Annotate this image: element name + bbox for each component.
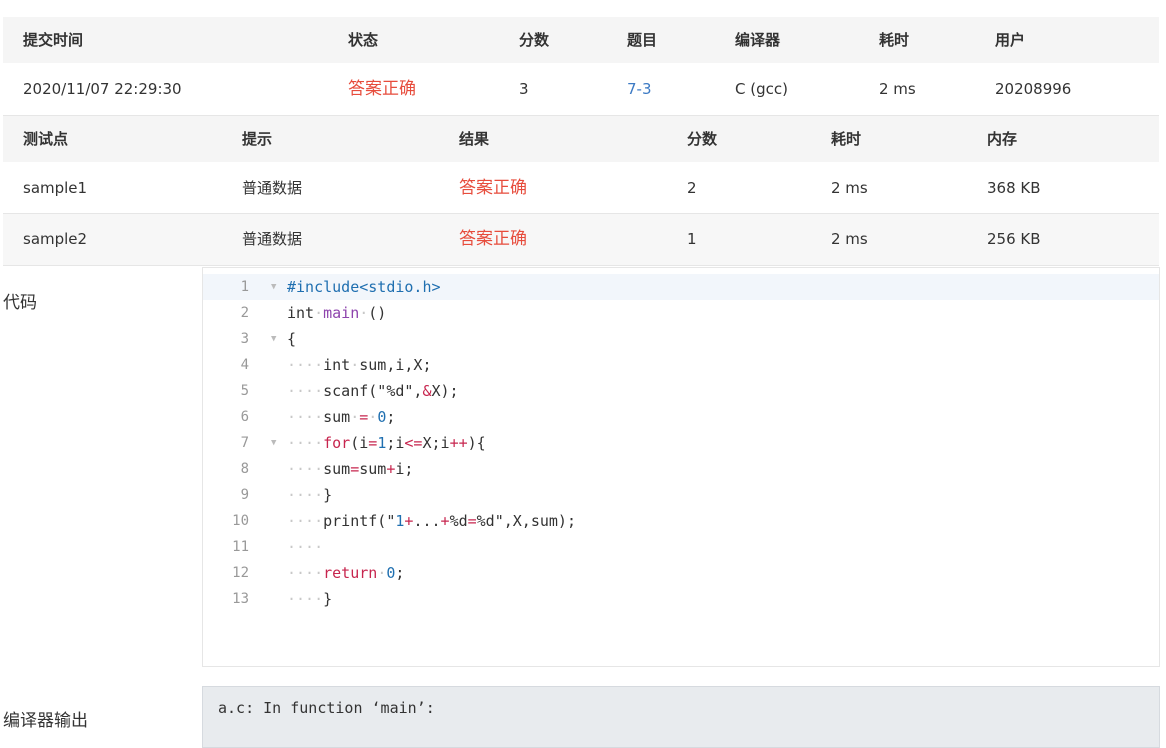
line-number: 2 bbox=[240, 305, 249, 321]
code-text: ····} bbox=[287, 486, 333, 504]
header-memory: 内存 bbox=[987, 130, 1018, 148]
code-line: 4 ····int·sum,i,X; bbox=[203, 352, 1159, 378]
line-number: 13 bbox=[232, 591, 249, 607]
header-problem: 题目 bbox=[627, 31, 658, 49]
code-line: 6 ····sum·=·0; bbox=[203, 404, 1159, 430]
code-text: ····scanf("%d",&X); bbox=[287, 382, 459, 400]
submission-elapsed: 2 ms bbox=[879, 80, 916, 98]
code-text: int·main·() bbox=[287, 304, 387, 322]
header-submit-time: 提交时间 bbox=[23, 31, 84, 49]
code-text: ····} bbox=[287, 590, 333, 608]
code-line: 11 ···· bbox=[203, 534, 1159, 560]
line-number: 5 bbox=[240, 383, 249, 399]
user-id: 20208996 bbox=[995, 80, 1072, 98]
line-number: 1 bbox=[240, 279, 249, 295]
code-label: 代码 bbox=[3, 293, 37, 313]
compiler-name: C (gcc) bbox=[735, 80, 788, 98]
code-text: ····sum=sum+i; bbox=[287, 460, 414, 478]
line-number: 3 bbox=[240, 331, 249, 347]
code-viewer[interactable]: 1 ▼ #include<stdio.h> 2 int·main·() 3 ▼ {4 ····i… bbox=[202, 267, 1160, 667]
code-text: ····return·0; bbox=[287, 564, 405, 582]
code-text: ····int·sum,i,X; bbox=[287, 356, 432, 374]
submit-time: 2020/11/07 22:29:30 bbox=[23, 80, 182, 98]
code-text: ····for(i=1;i<=X;i++){ bbox=[287, 434, 486, 452]
fold-arrow-icon[interactable]: ▼ bbox=[271, 430, 276, 456]
header-tc-elapsed: 耗时 bbox=[831, 130, 862, 148]
code-line: 9 ····} bbox=[203, 482, 1159, 508]
header-score: 分数 bbox=[519, 31, 550, 49]
header-status: 状态 bbox=[348, 31, 379, 49]
line-number: 10 bbox=[232, 513, 249, 529]
code-text: ···· bbox=[287, 538, 324, 556]
test-memory: 368 KB bbox=[987, 179, 1041, 197]
test-elapsed: 2 ms bbox=[831, 179, 868, 197]
line-number: 7 bbox=[240, 435, 249, 451]
header-hint: 提示 bbox=[242, 130, 273, 148]
testcase-header-row: 测试点 提示 结果 分数 耗时 内存 bbox=[3, 116, 1159, 162]
code-text: ····printf("1+...+%d=%d",X,sum); bbox=[287, 512, 576, 530]
code-line: 7 ▼ ····for(i=1;i<=X;i++){ bbox=[203, 430, 1159, 456]
test-hint: 普通数据 bbox=[242, 230, 303, 248]
table-row: sample2 普通数据 答案正确 1 2 ms 256 KB bbox=[3, 214, 1159, 266]
test-score: 1 bbox=[687, 230, 697, 248]
test-point: sample2 bbox=[23, 230, 88, 248]
code-line: 3 ▼ { bbox=[203, 326, 1159, 352]
test-memory: 256 KB bbox=[987, 230, 1041, 248]
compiler-output-box: a.c: In function ‘main’: bbox=[202, 686, 1160, 748]
code-line: 5 ····scanf("%d",&X); bbox=[203, 378, 1159, 404]
fold-arrow-icon[interactable]: ▼ bbox=[271, 274, 276, 300]
line-number: 6 bbox=[240, 409, 249, 425]
code-text: { bbox=[287, 330, 297, 348]
header-test-point: 测试点 bbox=[23, 130, 69, 148]
line-number: 11 bbox=[232, 539, 249, 555]
header-elapsed: 耗时 bbox=[879, 31, 910, 49]
compiler-output-text: a.c: In function ‘main’: bbox=[218, 699, 435, 717]
code-line: 13 ····} bbox=[203, 586, 1159, 612]
line-number: 4 bbox=[240, 357, 249, 373]
header-tc-score: 分数 bbox=[687, 130, 718, 148]
header-result: 结果 bbox=[459, 130, 490, 148]
line-number: 12 bbox=[232, 565, 249, 581]
code-lines: 1 ▼ #include<stdio.h> 2 int·main·() 3 ▼ {4 ····i… bbox=[203, 274, 1159, 612]
test-hint: 普通数据 bbox=[242, 179, 303, 197]
code-text: #include<stdio.h> bbox=[287, 278, 441, 296]
code-text: ····sum·=·0; bbox=[287, 408, 396, 426]
test-score: 2 bbox=[687, 179, 697, 197]
test-elapsed: 2 ms bbox=[831, 230, 868, 248]
code-line: 2 int·main·() bbox=[203, 300, 1159, 326]
submission-score: 3 bbox=[519, 80, 529, 98]
table-row: sample1 普通数据 答案正确 2 2 ms 368 KB bbox=[3, 163, 1159, 214]
header-user: 用户 bbox=[995, 31, 1026, 49]
header-compiler: 编译器 bbox=[735, 31, 781, 49]
code-line: 10 ····printf("1+...+%d=%d",X,sum); bbox=[203, 508, 1159, 534]
status-badge: 答案正确 bbox=[348, 79, 416, 99]
test-result: 答案正确 bbox=[459, 178, 527, 198]
fold-arrow-icon[interactable]: ▼ bbox=[271, 326, 276, 352]
submission-header-row: 提交时间 状态 分数 题目 编译器 耗时 用户 bbox=[3, 17, 1159, 63]
test-point: sample1 bbox=[23, 179, 88, 197]
code-line: 12 ····return·0; bbox=[203, 560, 1159, 586]
submission-row: 2020/11/07 22:29:30 答案正确 3 7-3 C (gcc) 2… bbox=[3, 64, 1159, 116]
test-result: 答案正确 bbox=[459, 229, 527, 249]
code-line: 1 ▼ #include<stdio.h> bbox=[203, 274, 1159, 300]
code-line: 8 ····sum=sum+i; bbox=[203, 456, 1159, 482]
problem-link[interactable]: 7-3 bbox=[627, 64, 652, 115]
line-number: 8 bbox=[240, 461, 249, 477]
line-number: 9 bbox=[240, 487, 249, 503]
compiler-output-label: 编译器输出 bbox=[3, 711, 88, 731]
